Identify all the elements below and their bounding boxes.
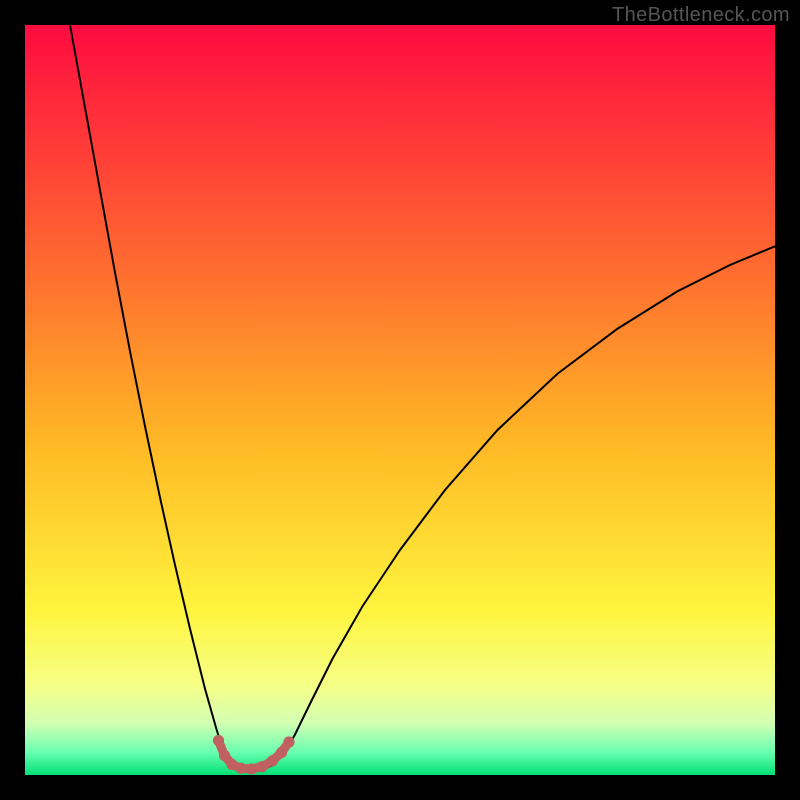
plot-svg (25, 25, 775, 775)
gradient-background (25, 25, 775, 775)
chart-stage: TheBottleneck.com (0, 0, 800, 800)
watermark-text: TheBottleneck.com (612, 4, 790, 27)
plot-area (25, 25, 775, 775)
